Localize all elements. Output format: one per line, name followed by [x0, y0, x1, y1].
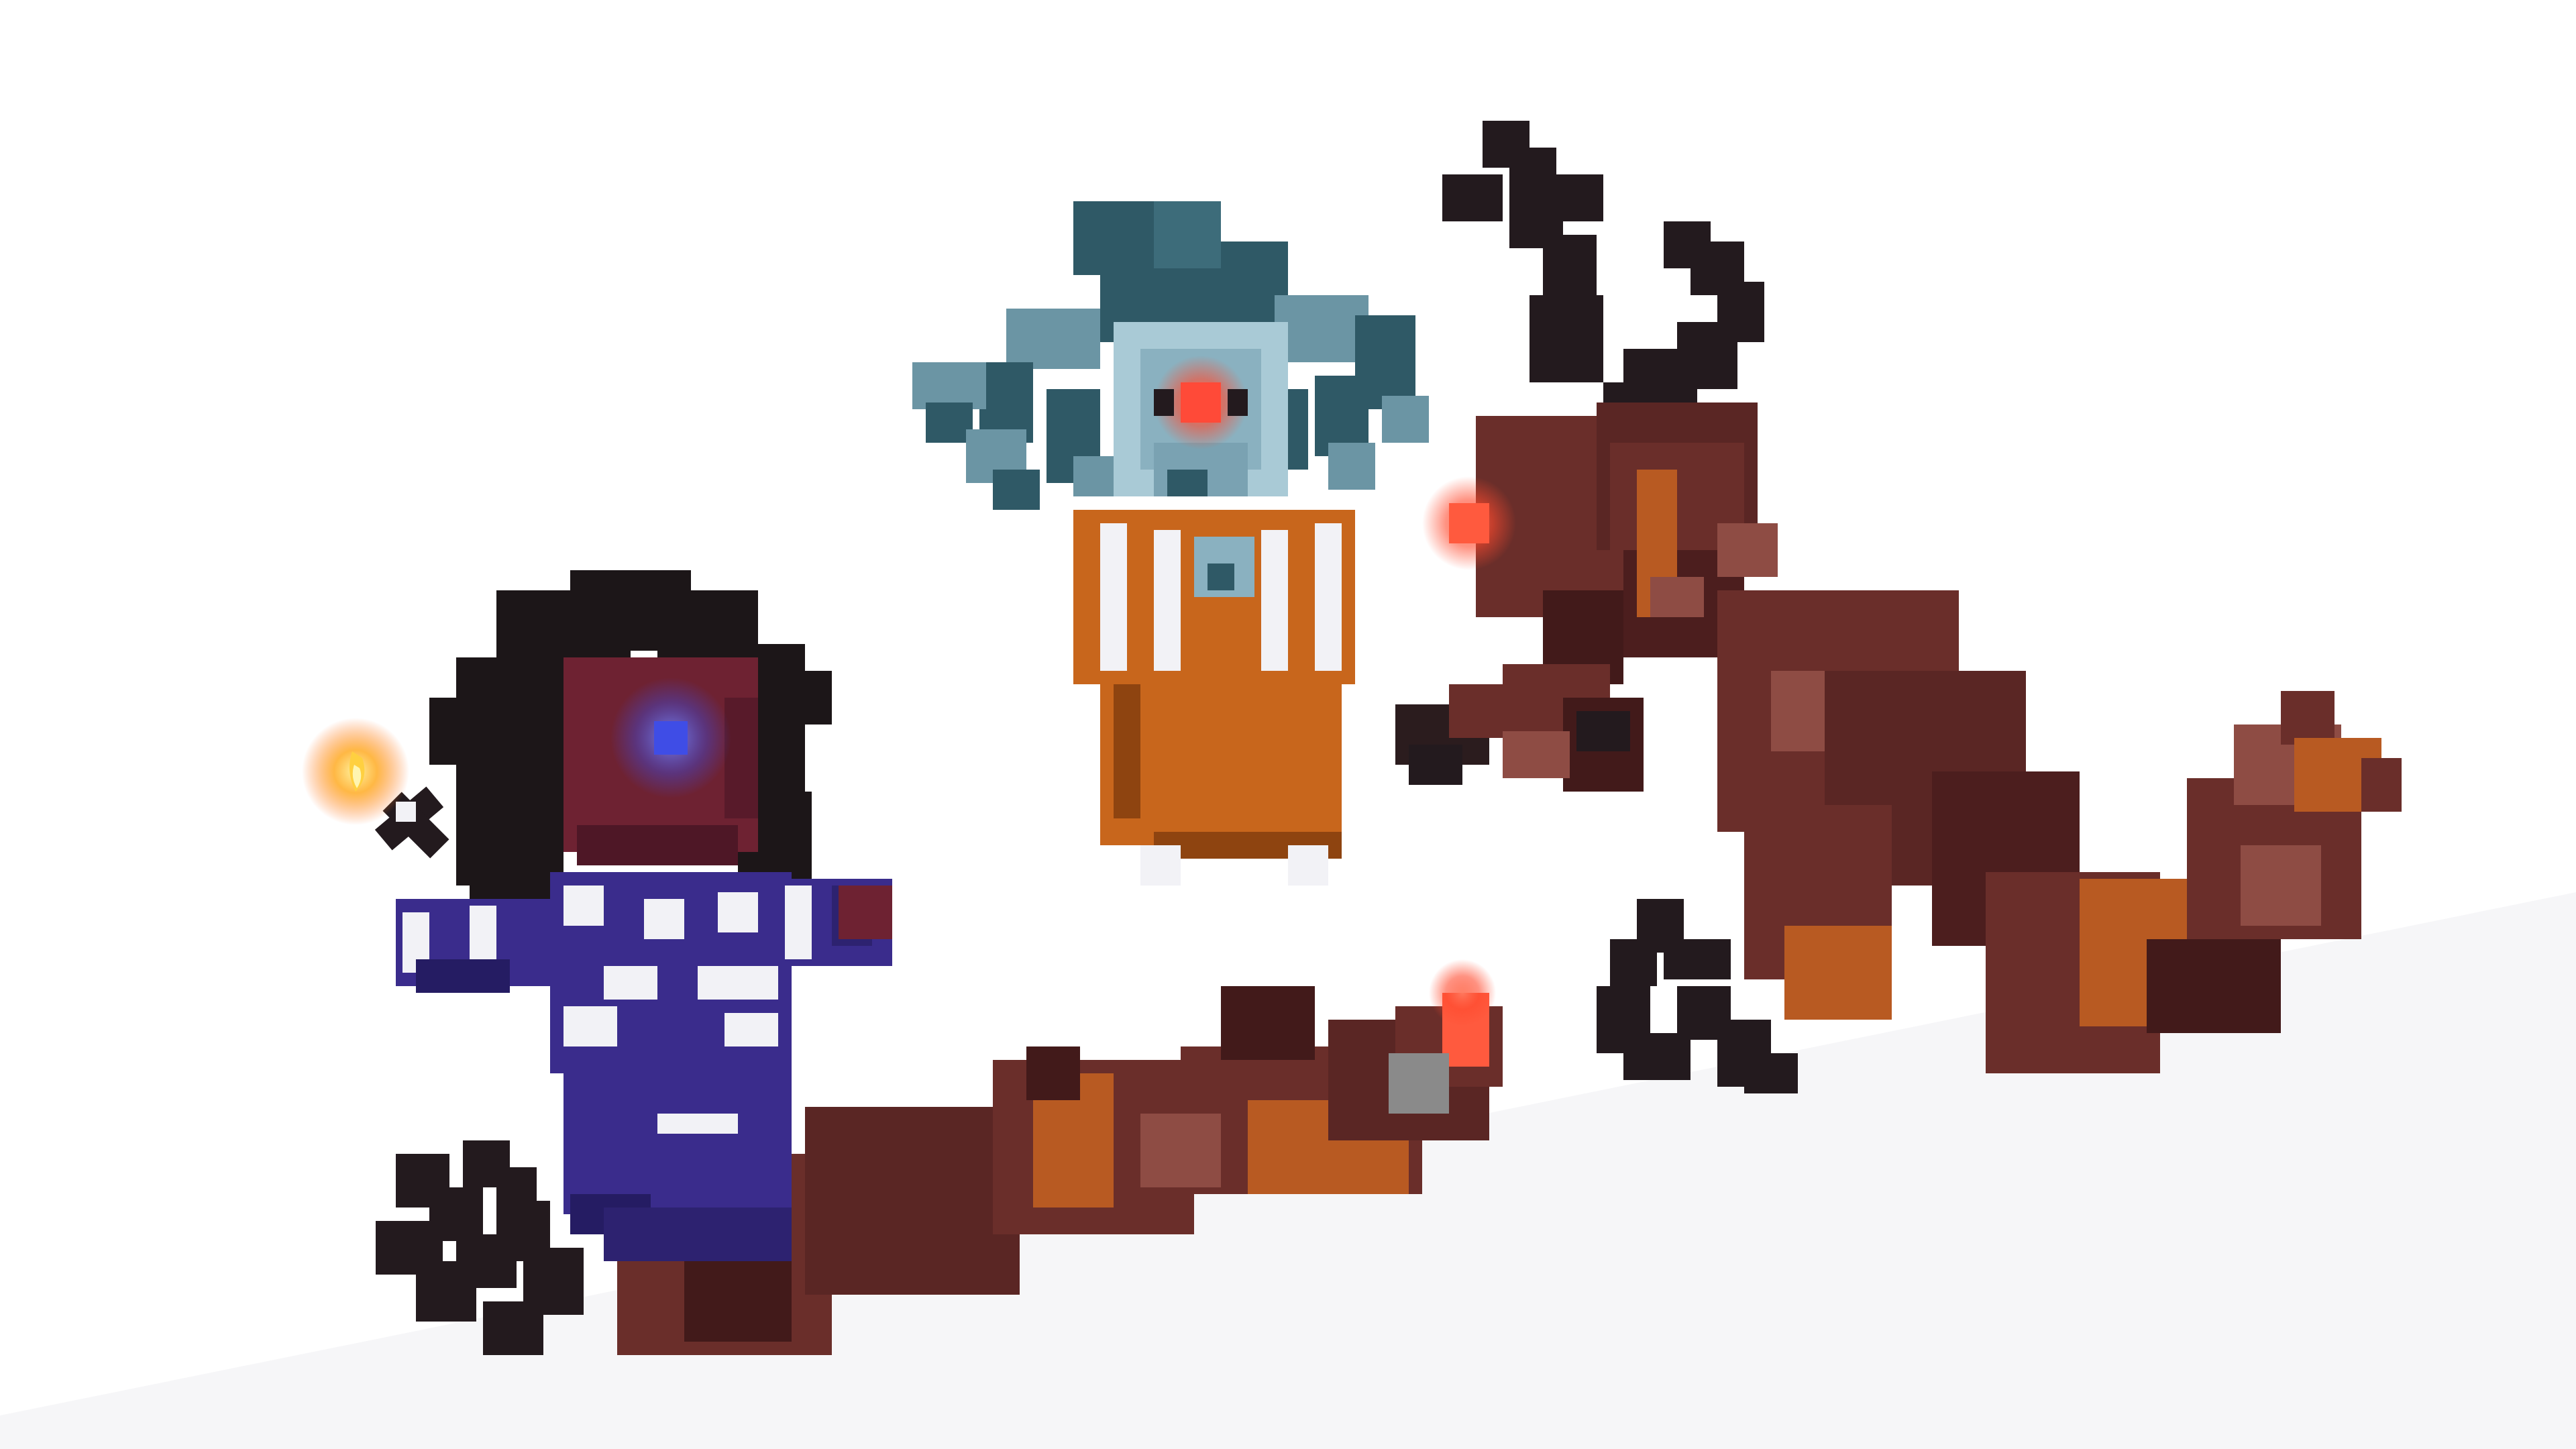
voxel-render-canvas — [0, 0, 2576, 1449]
boy-pants — [564, 1060, 792, 1261]
flame-icon — [302, 718, 409, 825]
floating-doll — [912, 201, 1429, 885]
antler-monster — [1395, 121, 2402, 1073]
boy-eye-glow — [610, 678, 731, 798]
boy-shirt — [550, 872, 792, 1073]
monster-antlers — [1442, 121, 1764, 449]
doll-body — [1073, 510, 1355, 885]
monster-eye-glow — [1422, 476, 1516, 570]
scene-svg — [0, 121, 2576, 1449]
boy-right-arm — [771, 879, 892, 966]
boy-left-arm — [396, 899, 557, 993]
monster-claw — [1395, 664, 1644, 792]
glowing-eye-icon — [1154, 356, 1248, 449]
voxel-scene — [0, 0, 2576, 1449]
